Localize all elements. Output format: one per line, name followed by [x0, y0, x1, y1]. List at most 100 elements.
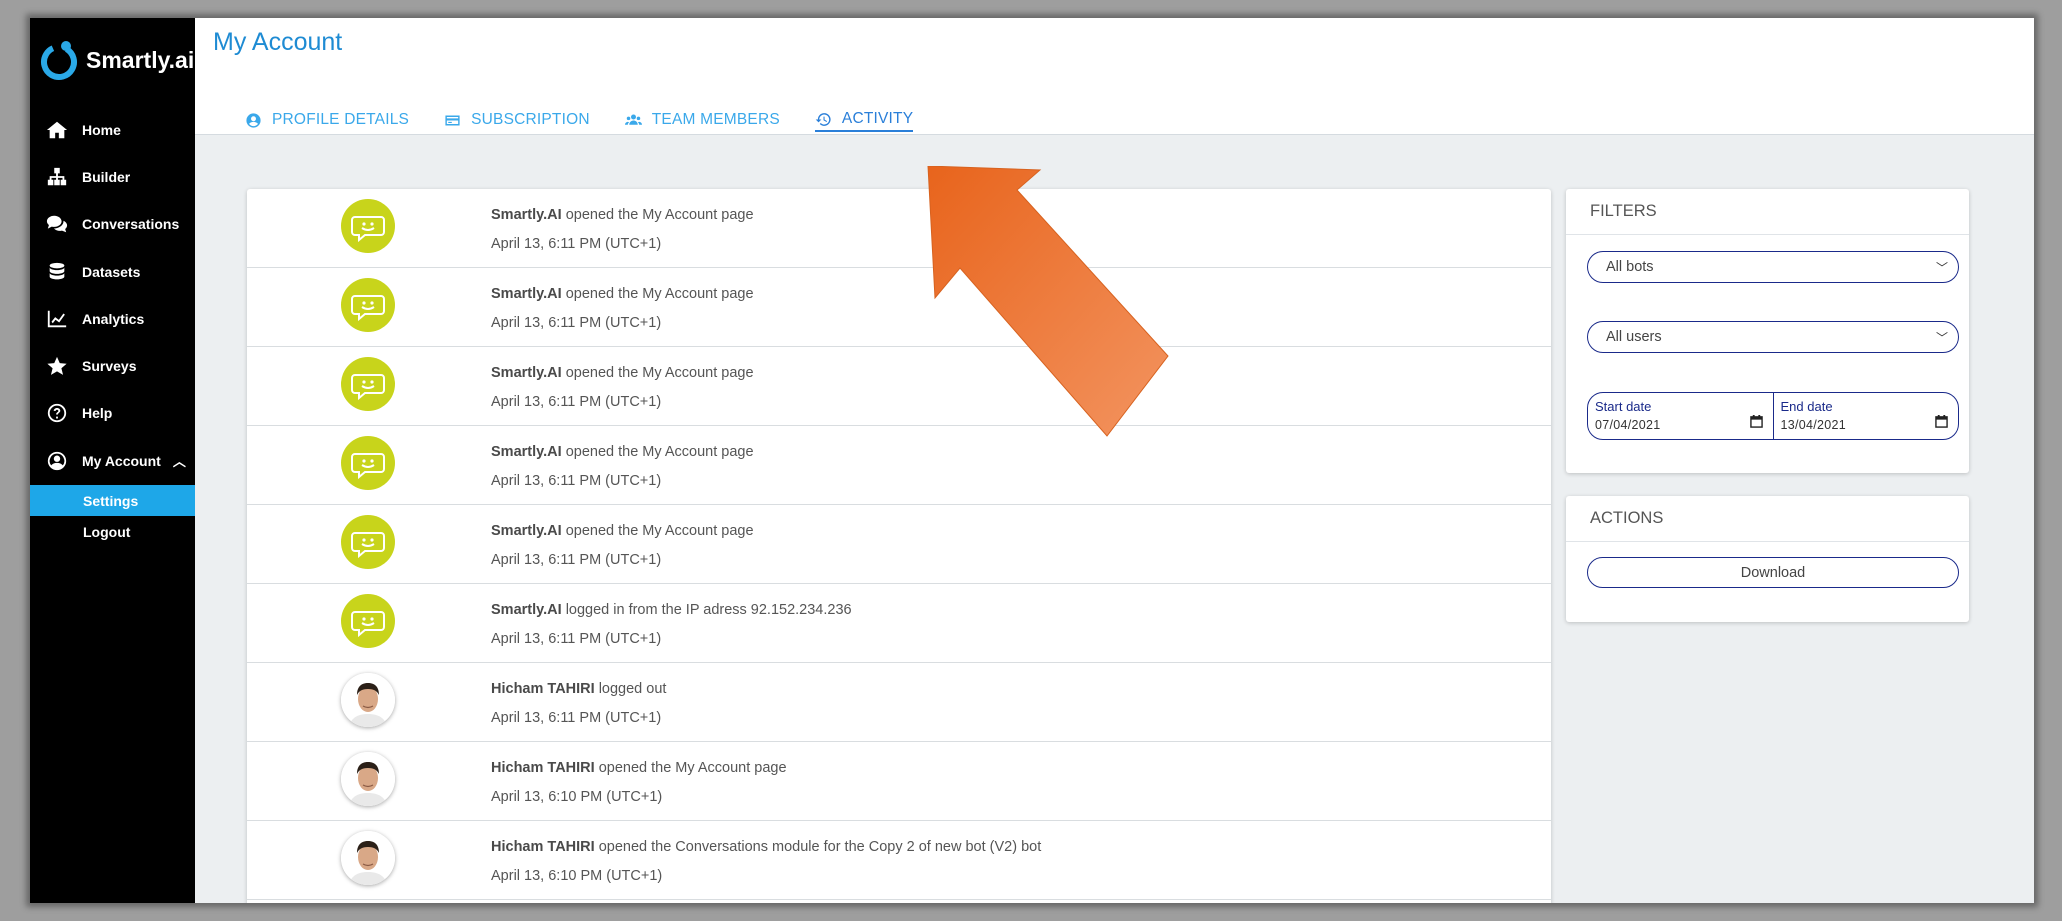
tab-label: SUBSCRIPTION [471, 111, 590, 128]
activity-row: Smartly.AI logged in from the IP adress … [247, 584, 1551, 663]
activity-action: opened the My Account page [565, 365, 754, 381]
activity-description: Hicham TAHIRI logged out [491, 681, 666, 697]
calendar-icon[interactable] [1749, 415, 1763, 428]
download-button[interactable]: Download [1587, 557, 1959, 588]
tab-profile-details[interactable]: PROFILE DETAILS [245, 108, 409, 132]
smartly-logo-icon [41, 41, 77, 80]
sidebar-item-label: Help [82, 405, 113, 422]
sitemap-icon [46, 166, 68, 188]
tab-activity[interactable]: ACTIVITY [814, 108, 914, 132]
activity-action: opened the My Account page [565, 444, 754, 460]
activity-timestamp: April 13, 6:11 PM (UTC+1) [491, 631, 662, 647]
activity-description: Smartly.AI opened the My Account page [491, 444, 754, 460]
start-date-value: 07/04/2021 [1595, 418, 1661, 432]
activity-description: Smartly.AI logged in from the IP adress … [491, 602, 852, 618]
sidebar-item-label: Surveys [82, 358, 137, 375]
activity-action: opened the Conversations module for the … [598, 839, 1042, 855]
sidebar-item-surveys[interactable]: Surveys [30, 342, 195, 389]
start-date-field[interactable]: Start date 07/04/2021 [1588, 393, 1773, 439]
start-date-label: Start date [1595, 399, 1652, 414]
sidebar-item-label: Datasets [82, 263, 141, 280]
activity-timestamp: April 13, 6:11 PM (UTC+1) [491, 710, 662, 726]
bot-avatar [341, 594, 395, 648]
star-icon [46, 355, 68, 377]
sidebar-item-label: Conversations [82, 216, 180, 233]
calendar-icon[interactable] [1935, 415, 1948, 428]
activity-actor: Smartly.AI [491, 207, 562, 223]
users-select[interactable]: All users ﹀ [1587, 321, 1959, 353]
chevron-down-icon: ﹀ [1935, 261, 1948, 275]
user-avatar [341, 831, 395, 885]
activity-actor: Smartly.AI [491, 523, 562, 539]
sidebar-item-analytics[interactable]: Analytics [30, 295, 195, 342]
sidebar-item-label: Builder [82, 168, 131, 185]
smiley-chat-icon [351, 532, 385, 559]
history-icon [815, 112, 831, 126]
bots-select-value: All bots [1606, 259, 1654, 275]
activity-actor: Hicham TAHIRI [491, 839, 595, 855]
user-photo-icon [341, 752, 395, 806]
sidebar-subitem-settings[interactable]: Settings [30, 485, 195, 516]
activity-actor: Smartly.AI [491, 286, 562, 302]
app-window: Smartly.ai Home Builder Conversations Da… [30, 18, 2034, 903]
end-date-field[interactable]: End date 13/04/2021 [1772, 393, 1959, 439]
tab-label: ACTIVITY [841, 110, 914, 127]
activity-row: Smartly.AI opened the My Account page Apr… [247, 505, 1551, 584]
activity-actor: Smartly.AI [491, 602, 562, 618]
activity-action: opened the My Account page [565, 286, 754, 302]
activity-action: opened the My Account page [598, 760, 787, 776]
credit-card-icon [445, 115, 460, 125]
activity-row: Hicham TAHIRI logged out April 13, 6:11 P… [247, 663, 1551, 742]
logo[interactable]: Smartly.ai [38, 40, 194, 80]
user-circle-icon [46, 450, 68, 472]
activity-timestamp: April 13, 6:11 PM (UTC+1) [491, 394, 662, 410]
actions-panel: ACTIONS Download [1566, 496, 1969, 622]
bot-avatar [341, 436, 395, 490]
tab-team-members[interactable]: TEAM MEMBERS [624, 108, 780, 132]
smiley-chat-icon [351, 611, 385, 638]
users-select-value: All users [1606, 329, 1662, 345]
user-circle-icon [246, 112, 261, 128]
activity-action: logged in from the IP adress 92.152.234.… [565, 602, 852, 618]
tab-bar: PROFILE DETAILS SUBSCRIPTION TEAM MEMBER… [245, 108, 948, 132]
sidebar-item-help[interactable]: Help [30, 390, 195, 437]
bots-select[interactable]: All bots ﹀ [1587, 251, 1959, 283]
tab-label: PROFILE DETAILS [272, 111, 410, 128]
sidebar-submenu: Settings Logout [30, 485, 195, 547]
activity-timestamp: April 13, 6:10 PM (UTC+1) [491, 868, 663, 884]
logo-text: Smartly.ai [86, 46, 195, 73]
activity-description: Hicham TAHIRI opened the Conversations m… [491, 839, 1041, 855]
sidebar-item-label: Home [82, 121, 121, 138]
user-photo-icon [341, 673, 395, 727]
sidebar-item-builder[interactable]: Builder [30, 153, 195, 200]
activity-timestamp: April 13, 6:11 PM (UTC+1) [491, 236, 662, 252]
filters-title: FILTERS [1566, 189, 1969, 235]
question-circle-icon [46, 402, 68, 424]
activity-description: Smartly.AI opened the My Account page [491, 286, 754, 302]
activity-action: logged out [598, 681, 667, 697]
activity-timestamp: April 13, 6:11 PM (UTC+1) [491, 552, 662, 568]
date-range: Start date 07/04/2021 End date 13/04/202… [1587, 392, 1959, 440]
end-date-value: 13/04/2021 [1780, 418, 1847, 432]
sidebar-item-label: My Account [82, 452, 161, 469]
sidebar-item-home[interactable]: Home [30, 106, 195, 153]
activity-row: Smartly.AI opened the My Account page Apr… [247, 347, 1551, 426]
activity-action: opened the My Account page [565, 207, 754, 223]
chart-line-icon [46, 308, 68, 330]
activity-description: Smartly.AI opened the My Account page [491, 523, 754, 539]
tab-subscription[interactable]: SUBSCRIPTION [444, 108, 590, 132]
activity-timestamp: April 13, 6:11 PM (UTC+1) [491, 315, 662, 331]
bot-avatar [341, 278, 395, 332]
bot-avatar [341, 515, 395, 569]
activity-description: Hicham TAHIRI opened the My Account page [491, 760, 787, 776]
activity-row: Smartly.AI opened the My Account page Apr… [247, 189, 1551, 268]
activity-description: Smartly.AI opened the My Account page [491, 365, 754, 381]
sidebar-item-conversations[interactable]: Conversations [30, 201, 195, 248]
sidebar: Smartly.ai Home Builder Conversations Da… [30, 18, 195, 903]
sidebar-subitem-logout[interactable]: Logout [30, 516, 195, 547]
comments-icon [46, 213, 68, 235]
sidebar-item-my-account[interactable]: My Account ︿ [30, 437, 195, 484]
actions-title: ACTIONS [1566, 496, 1969, 542]
database-icon [46, 261, 68, 283]
sidebar-item-datasets[interactable]: Datasets [30, 248, 195, 295]
